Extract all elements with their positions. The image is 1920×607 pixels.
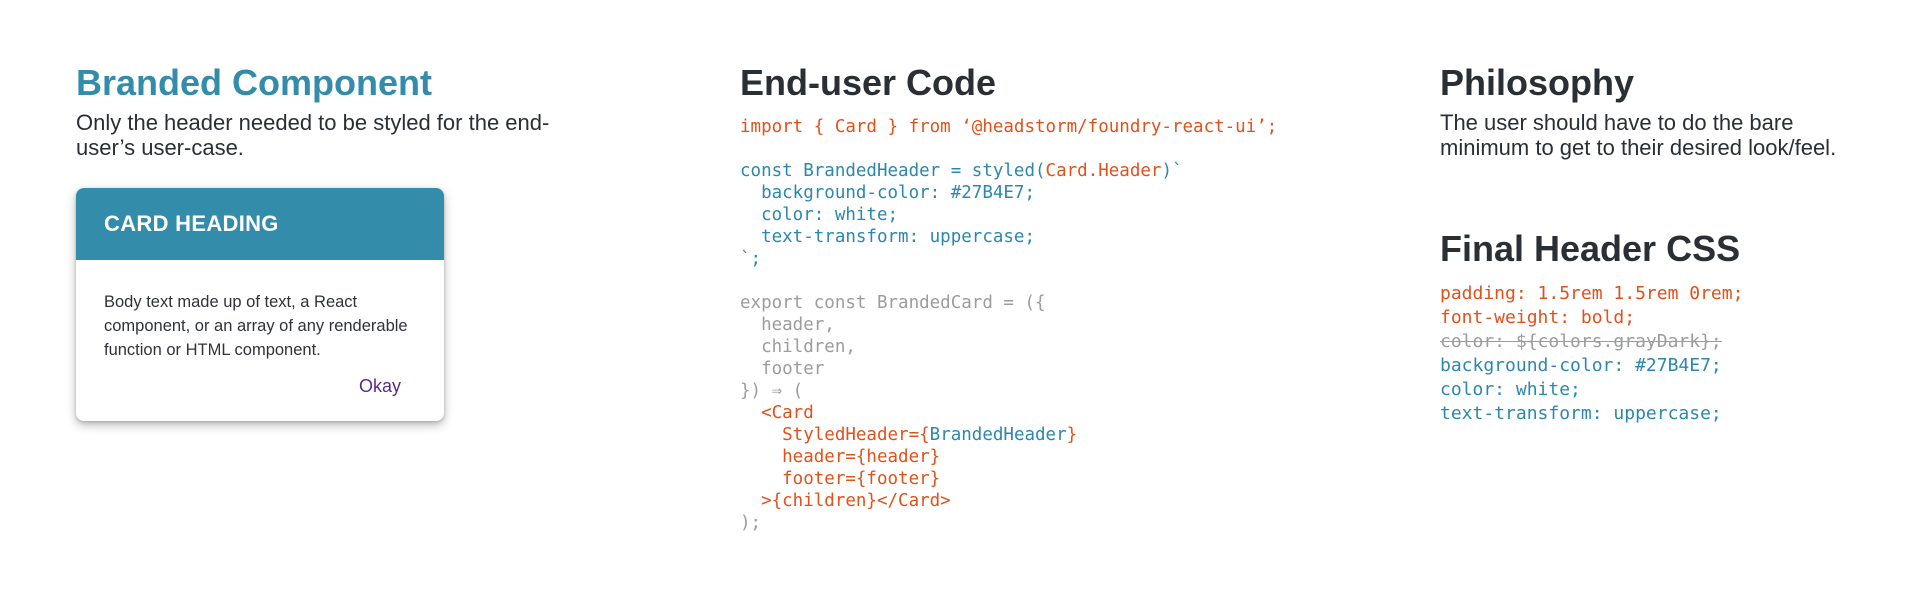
code-styled-prefix: const BrandedHeader = styled(: [740, 161, 1046, 181]
code-styled-header-prefix: StyledHeader={: [740, 425, 930, 445]
code-export-line: children,: [740, 337, 856, 357]
code-card-open: <Card: [740, 403, 814, 423]
end-user-code-title: End-user Code: [740, 62, 997, 103]
code-export-line: }) ⇒ (: [740, 381, 804, 401]
code-prop-line: >{children}</Card>: [740, 491, 951, 511]
code-style-line: text-transform: uppercase;: [740, 227, 1036, 247]
css-custom-line: color: white;: [1440, 379, 1581, 400]
code-prop-line: header={header}: [740, 447, 941, 467]
final-css-snippet: padding: 1.5rem 1.5rem 0rem; font-weight…: [1440, 282, 1880, 426]
code-export-line: footer: [740, 359, 825, 379]
code-style-line: color: white;: [740, 205, 899, 225]
code-styled-header-prop: StyledHeader={BrandedHeader}: [740, 424, 1400, 446]
code-styled-header-suffix: }: [1066, 425, 1078, 445]
card-heading: Card Heading: [76, 188, 444, 260]
css-default-line: padding: 1.5rem 1.5rem 0rem;: [1440, 283, 1744, 304]
code-export-line: export const BrandedCard = ({: [740, 293, 1046, 313]
card-footer: Okay: [76, 366, 444, 421]
code-styled-target: Card.Header: [1045, 161, 1162, 181]
code-prop-line: footer={footer}: [740, 469, 941, 489]
css-default-line: font-weight: bold;: [1440, 307, 1636, 328]
css-overridden-line: color: ${colors.grayDark};: [1440, 331, 1722, 352]
example-card: Card Heading Body text made up of text, …: [76, 188, 444, 421]
code-closing-line: );: [740, 513, 762, 533]
branded-component-description: Only the header needed to be styled for …: [76, 110, 550, 160]
code-style-line: background-color: #27B4E7;: [740, 183, 1036, 203]
philosophy-title: Philosophy: [1440, 62, 1635, 103]
card-body-text: Body text made up of text, a React compo…: [104, 293, 408, 359]
css-custom-line: background-color: #27B4E7;: [1440, 355, 1722, 376]
philosophy-text: The user should have to do the bare mini…: [1440, 110, 1837, 160]
code-styled-line: const BrandedHeader = styled(Card.Header…: [740, 160, 1400, 182]
philosophy-section: Philosophy The user should have to do th…: [1440, 62, 1880, 426]
code-export-line: header,: [740, 315, 835, 335]
code-styled-suffix: )`: [1161, 161, 1183, 181]
final-header-css-title: Final Header CSS: [1440, 228, 1741, 269]
okay-button[interactable]: Okay: [359, 376, 401, 397]
end-user-code-section: End-user Code import { Card } from ‘@hea…: [740, 62, 1400, 534]
code-snippet: import { Card } from ‘@headstorm/foundry…: [740, 116, 1400, 534]
code-import-line: import { Card } from ‘@headstorm/foundry…: [740, 117, 1278, 137]
code-style-line: `;: [740, 249, 762, 269]
branded-component-title: Branded Component: [76, 62, 432, 103]
branded-component-section: Branded Component Only the header needed…: [76, 62, 596, 421]
code-styled-header-value: BrandedHeader: [929, 425, 1067, 445]
css-custom-line: text-transform: uppercase;: [1440, 403, 1722, 424]
